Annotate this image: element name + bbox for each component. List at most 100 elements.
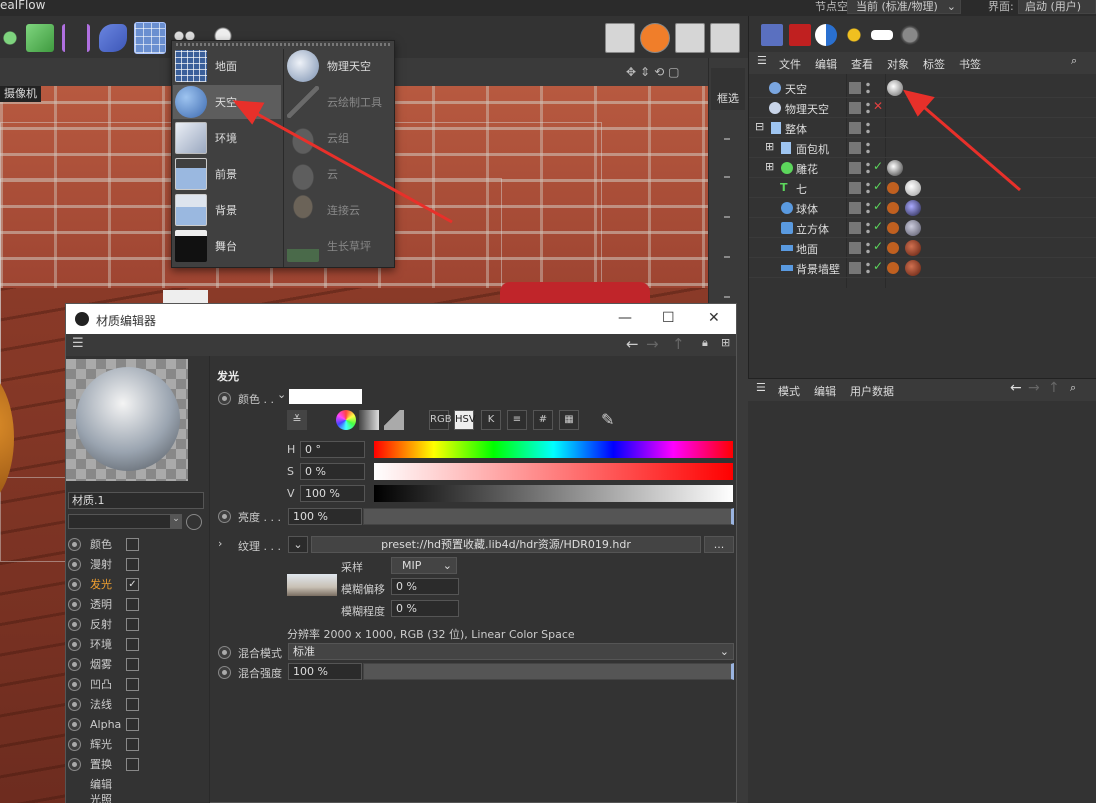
new-window-icon[interactable]: ⊞ [721, 336, 730, 349]
hsv-mode-button[interactable]: HSV [454, 410, 476, 430]
object-row-back-wall[interactable]: 背景墙壁 ✓ [749, 258, 1096, 278]
s-plugin-icon[interactable] [640, 23, 670, 53]
nodespace-select[interactable]: 当前 (标准/物理) ⌄ [847, 0, 961, 14]
channel-checkbox[interactable]: ✓ [126, 577, 139, 591]
material-tag[interactable] [905, 220, 921, 236]
menu-bookmark[interactable]: 书签 [959, 56, 981, 72]
f-curve-icon[interactable] [675, 23, 705, 53]
menu-tag[interactable]: 标签 [923, 56, 945, 72]
texture-path-field[interactable]: preset://hd预置收藏.lib4d/hdr资源/HDR019.hdr [311, 536, 701, 553]
render-region-icon[interactable] [605, 23, 635, 53]
menu-file[interactable]: 文件 [779, 56, 801, 72]
brightness-slider[interactable] [363, 508, 734, 525]
visibility-toggle[interactable] [849, 102, 861, 114]
channel-glow[interactable]: 辉光 [66, 734, 210, 754]
channel-color[interactable]: 颜色 [66, 534, 210, 554]
minimize-button[interactable]: — [618, 310, 632, 326]
saturation-slider[interactable] [374, 463, 733, 480]
render-dots[interactable] [866, 81, 870, 95]
enabled-check-icon[interactable]: ✓ [873, 179, 883, 193]
enabled-check-icon[interactable]: ✓ [873, 259, 883, 273]
record-icon[interactable] [789, 24, 811, 46]
enabled-check-icon[interactable]: ✓ [873, 199, 883, 213]
hamburger-icon[interactable]: ☰ [756, 381, 766, 394]
channel-checkbox[interactable] [126, 597, 139, 611]
blur-scale-input[interactable]: 0 % [391, 600, 459, 617]
expand-icon[interactable]: ⊞ [765, 160, 774, 173]
channel-radio[interactable] [68, 637, 81, 651]
material-tag[interactable] [887, 80, 903, 96]
blend-mode-select[interactable]: 标准 ⌄ [288, 643, 734, 660]
spectrum-icon[interactable] [359, 410, 379, 430]
object-row-floor[interactable]: 地面 ✓ [749, 238, 1096, 258]
channel-editor[interactable]: 编辑 [66, 774, 210, 794]
render-dots[interactable] [866, 181, 870, 195]
menu-view[interactable]: 查看 [851, 56, 873, 72]
visibility-toggle[interactable] [849, 202, 861, 214]
s-input[interactable]: 0 % [300, 463, 365, 480]
menu-item-foreground[interactable]: 前景 [173, 157, 281, 191]
chevron-down-icon[interactable]: ⌄ [170, 514, 182, 529]
texture-menu-button[interactable]: ⌄ [288, 536, 308, 553]
material-preview[interactable] [66, 359, 188, 481]
channel-illumination[interactable]: 光照 [66, 794, 210, 803]
channel-filter-input[interactable] [68, 514, 181, 529]
menu-item-physical-sky[interactable]: 物理天空 [285, 49, 393, 83]
object-row-group[interactable]: ⊟ 整体 [749, 118, 1096, 138]
material-tag[interactable] [905, 180, 921, 196]
menu-item-sky[interactable]: 天空 [173, 85, 281, 119]
gear-icon[interactable] [899, 24, 921, 46]
enabled-check-icon[interactable]: ✓ [873, 159, 883, 173]
texture-tag[interactable] [887, 182, 899, 194]
menu-object[interactable]: 对象 [887, 56, 909, 72]
channel-luminance[interactable]: 发光 ✓ [66, 574, 210, 594]
texture-tag[interactable] [887, 202, 899, 214]
channel-radio[interactable] [68, 677, 81, 691]
channel-checkbox[interactable] [126, 617, 139, 631]
menu-user-data[interactable]: 用户数据 [850, 383, 894, 399]
channel-reflectance[interactable]: 反射 [66, 614, 210, 634]
channel-radio[interactable] [68, 617, 81, 631]
channel-radio[interactable] [68, 577, 81, 591]
render-dots[interactable] [866, 201, 870, 215]
viewport-nav-icons[interactable]: ✥⇕⟲▢ [626, 65, 684, 79]
brightness-input[interactable]: 100 % [288, 508, 362, 525]
rgb-mode-button[interactable]: RGB [429, 410, 452, 430]
visibility-toggle[interactable] [849, 222, 861, 234]
texture-browse-button[interactable]: ... [704, 536, 734, 553]
channel-checkbox[interactable] [126, 737, 139, 751]
light-bar-icon[interactable] [871, 30, 893, 40]
blend-strength-slider[interactable] [363, 663, 734, 680]
eyedropper-icon[interactable]: ✎ [601, 410, 614, 429]
channel-checkbox[interactable] [126, 637, 139, 651]
menu-edit[interactable]: 编辑 [814, 383, 836, 399]
menu-edit[interactable]: 编辑 [815, 56, 837, 72]
expand-icon[interactable]: ⊟ [755, 120, 764, 133]
spline-icon[interactable] [62, 24, 90, 52]
render-dots[interactable] [866, 141, 870, 155]
enabled-check-icon[interactable]: ✓ [873, 219, 883, 233]
color-wheel-icon[interactable] [336, 410, 356, 430]
texture-tag[interactable] [887, 242, 899, 254]
hamburger-icon[interactable]: ☰ [757, 54, 767, 67]
channel-diffusion[interactable]: 漫射 [66, 554, 210, 574]
visibility-toggle[interactable] [849, 82, 861, 94]
hex-mode-button[interactable]: # [533, 410, 553, 430]
v-input[interactable]: 100 % [300, 485, 365, 502]
channel-environment[interactable]: 环境 [66, 634, 210, 654]
channel-normal[interactable]: 法线 [66, 694, 210, 714]
chevron-down-icon[interactable]: ⌄ [277, 388, 286, 401]
channel-radio[interactable] [68, 697, 81, 711]
channel-radio[interactable] [68, 757, 81, 771]
channel-checkbox[interactable] [126, 537, 139, 551]
channel-radio[interactable] [68, 537, 81, 551]
menu-mode[interactable]: 模式 [778, 383, 800, 399]
channel-checkbox[interactable] [126, 677, 139, 691]
object-row-sky[interactable]: 天空 [749, 78, 1096, 98]
visibility-toggle[interactable] [849, 162, 861, 174]
material-name-field[interactable]: 材质.1 [68, 492, 204, 509]
kelvin-mode-button[interactable]: K [481, 410, 501, 430]
blend-strength-anim-radio[interactable] [218, 666, 231, 679]
environment-tool-icon[interactable] [134, 22, 166, 54]
back-arrow-icon[interactable]: ← [626, 335, 639, 353]
